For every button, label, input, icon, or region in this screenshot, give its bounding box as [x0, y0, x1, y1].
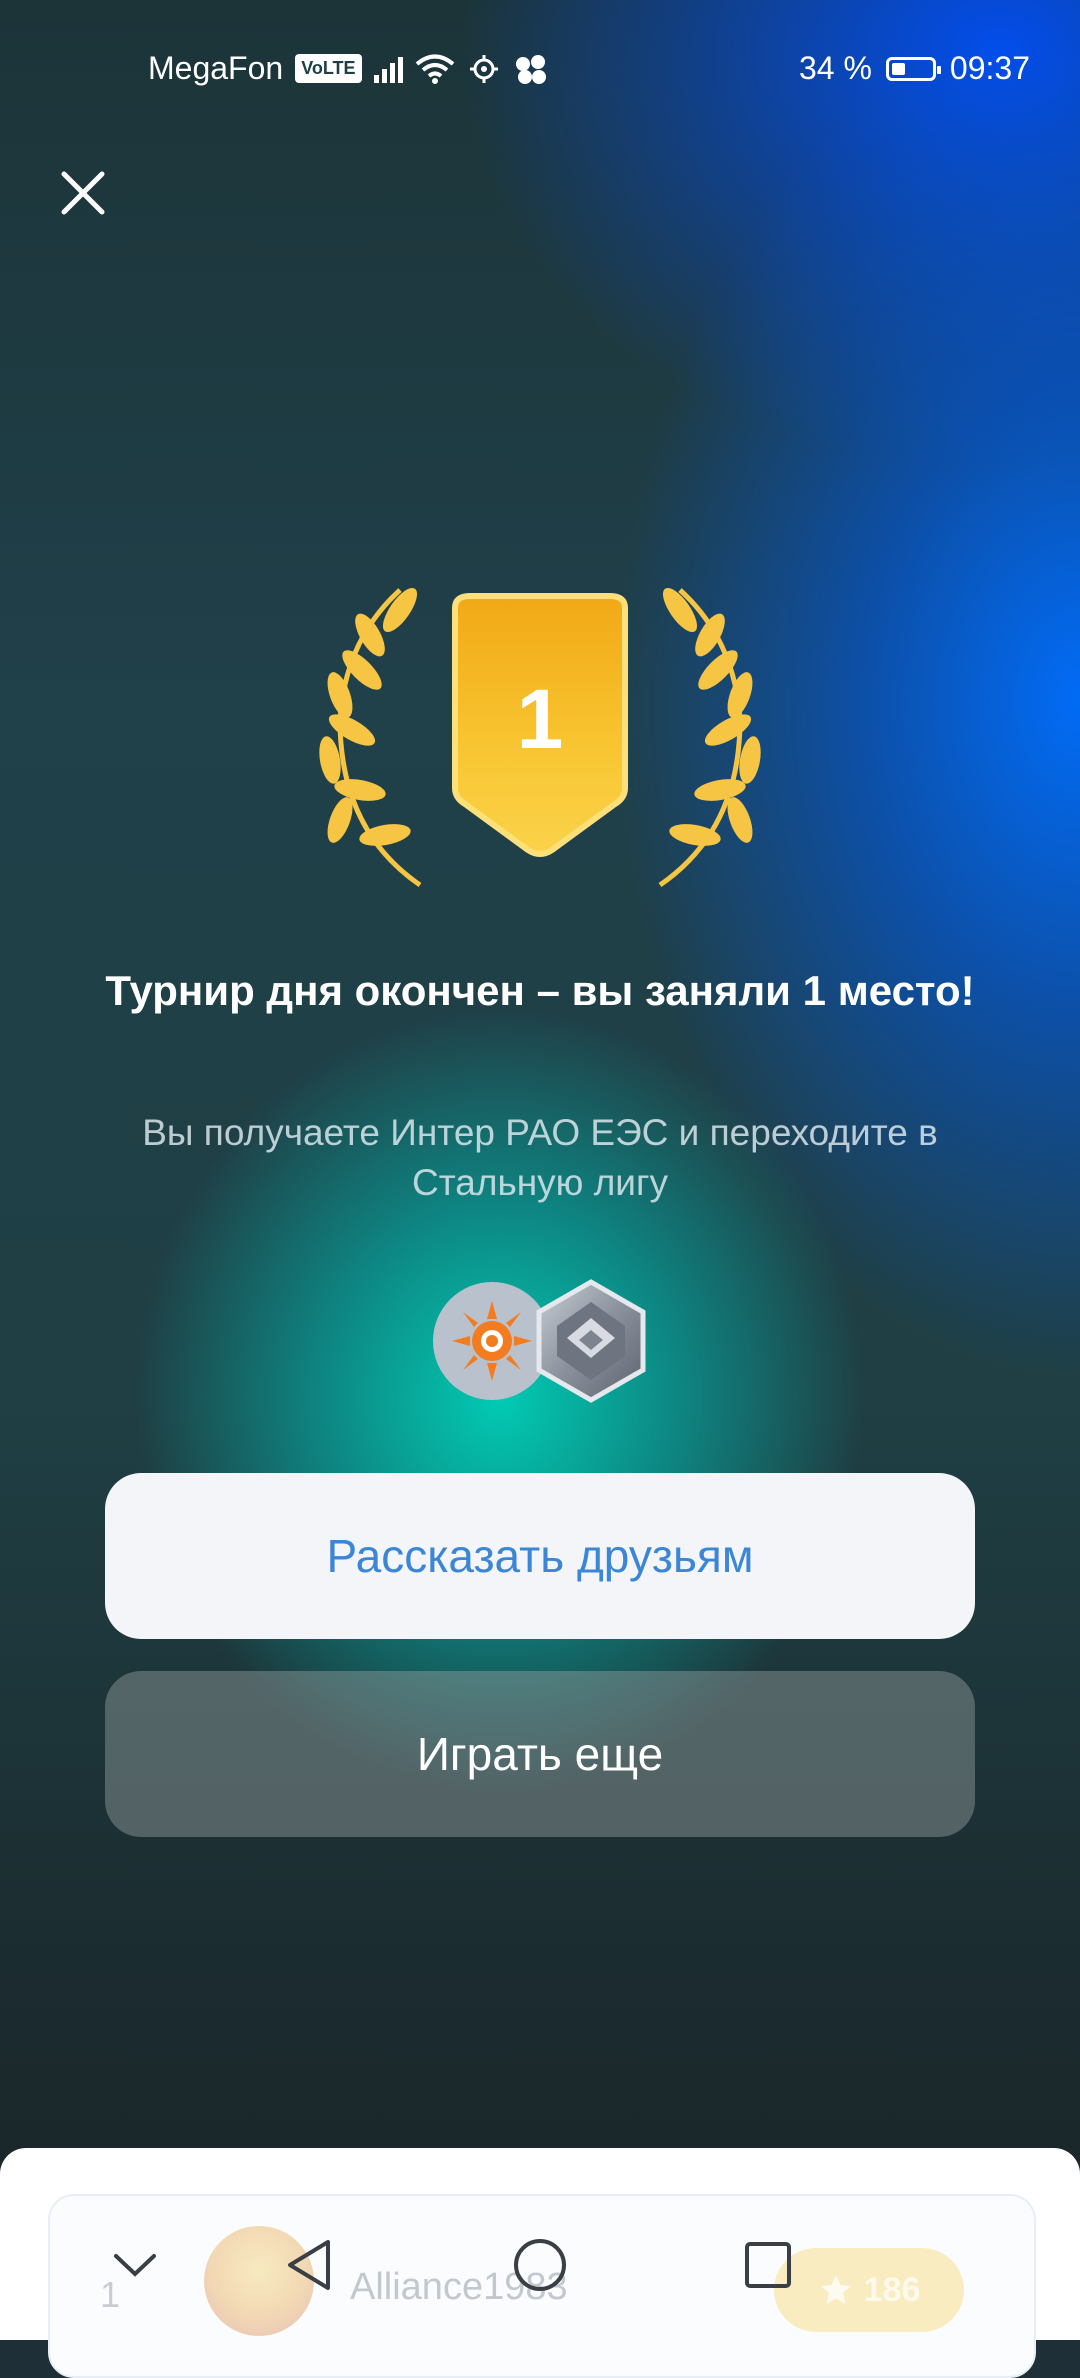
nav-back-button[interactable]	[274, 2230, 344, 2300]
nav-collapse-button[interactable]	[100, 2230, 170, 2300]
result-subtitle: Вы получаете Интер РАО ЕЭС и переходите …	[142, 1112, 938, 1203]
play-again-button[interactable]: Играть еще	[105, 1671, 975, 1837]
rewards-row	[433, 1278, 653, 1404]
back-triangle-icon	[288, 2240, 330, 2290]
wifi-icon	[415, 54, 454, 84]
score-value: 186	[863, 2270, 921, 2309]
clock: 09:37	[949, 50, 1030, 86]
steel-league-icon	[536, 1279, 646, 1403]
first-place-badge: 1	[319, 587, 761, 888]
status-left: MegaFon VoLTE	[148, 50, 549, 87]
laurel-right-icon	[658, 587, 761, 888]
battery-level	[891, 62, 905, 75]
play-again-label: Играть еще	[416, 1728, 664, 1780]
nav-recents-button[interactable]	[733, 2230, 803, 2300]
carrier-name: MegaFon	[148, 50, 284, 86]
battery-percent: 34 %	[798, 50, 872, 86]
result-title: Турнир дня окончен – вы заняли 1 место!	[105, 967, 975, 1014]
home-circle-icon	[514, 2239, 566, 2291]
settings-status-icon	[469, 54, 498, 83]
sun-logo-icon	[452, 1301, 532, 1381]
laurel-left-icon	[319, 587, 422, 888]
chevron-down-icon	[114, 2254, 156, 2277]
nav-home-button[interactable]	[505, 2230, 575, 2300]
star-icon	[820, 2275, 851, 2304]
recents-square-icon	[745, 2242, 791, 2288]
share-button-label: Рассказать друзьям	[326, 1530, 754, 1582]
close-button[interactable]	[50, 160, 116, 226]
close-icon	[61, 171, 105, 215]
volte-badge: VoLTE	[295, 54, 362, 83]
app-status-icon	[515, 54, 546, 84]
status-bar: MegaFon VoLTE 34 % 09:37	[0, 0, 1080, 130]
share-button[interactable]: Рассказать друзьям	[105, 1473, 975, 1639]
status-right: 34 % 09:37	[799, 50, 1030, 87]
signal-icon	[373, 55, 403, 83]
place-number: 1	[517, 672, 564, 766]
battery-icon	[885, 56, 941, 81]
